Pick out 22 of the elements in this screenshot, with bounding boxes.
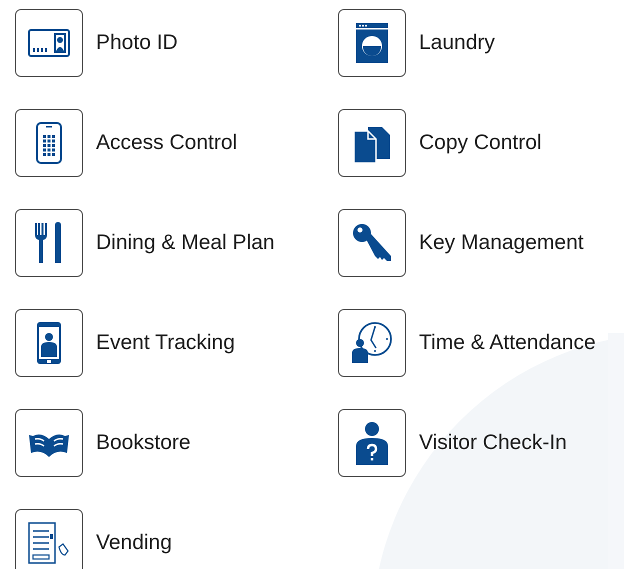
service-tile[interactable]	[338, 209, 406, 277]
service-tile[interactable]	[15, 409, 83, 477]
service-label: Dining & Meal Plan	[96, 230, 275, 256]
service-label: Event Tracking	[96, 330, 235, 356]
service-label: Key Management	[419, 230, 584, 256]
service-tile[interactable]	[338, 109, 406, 177]
service-label: Bookstore	[96, 430, 191, 456]
service-label: Access Control	[96, 130, 238, 156]
service-label: Visitor Check-In	[419, 430, 567, 456]
service-label: Vending	[96, 530, 172, 556]
service-tile[interactable]	[15, 109, 83, 177]
service-tile[interactable]	[15, 209, 83, 277]
service-tile[interactable]	[15, 309, 83, 377]
service-tile[interactable]	[338, 309, 406, 377]
service-tile[interactable]	[15, 509, 83, 569]
service-label: Photo ID	[96, 30, 178, 56]
service-label: Time & Attendance	[419, 330, 596, 356]
service-label: Copy Control	[419, 130, 542, 156]
service-label: Laundry	[419, 30, 495, 56]
service-tile[interactable]	[338, 9, 406, 77]
service-tile[interactable]	[15, 9, 83, 77]
service-tile[interactable]	[338, 409, 406, 477]
